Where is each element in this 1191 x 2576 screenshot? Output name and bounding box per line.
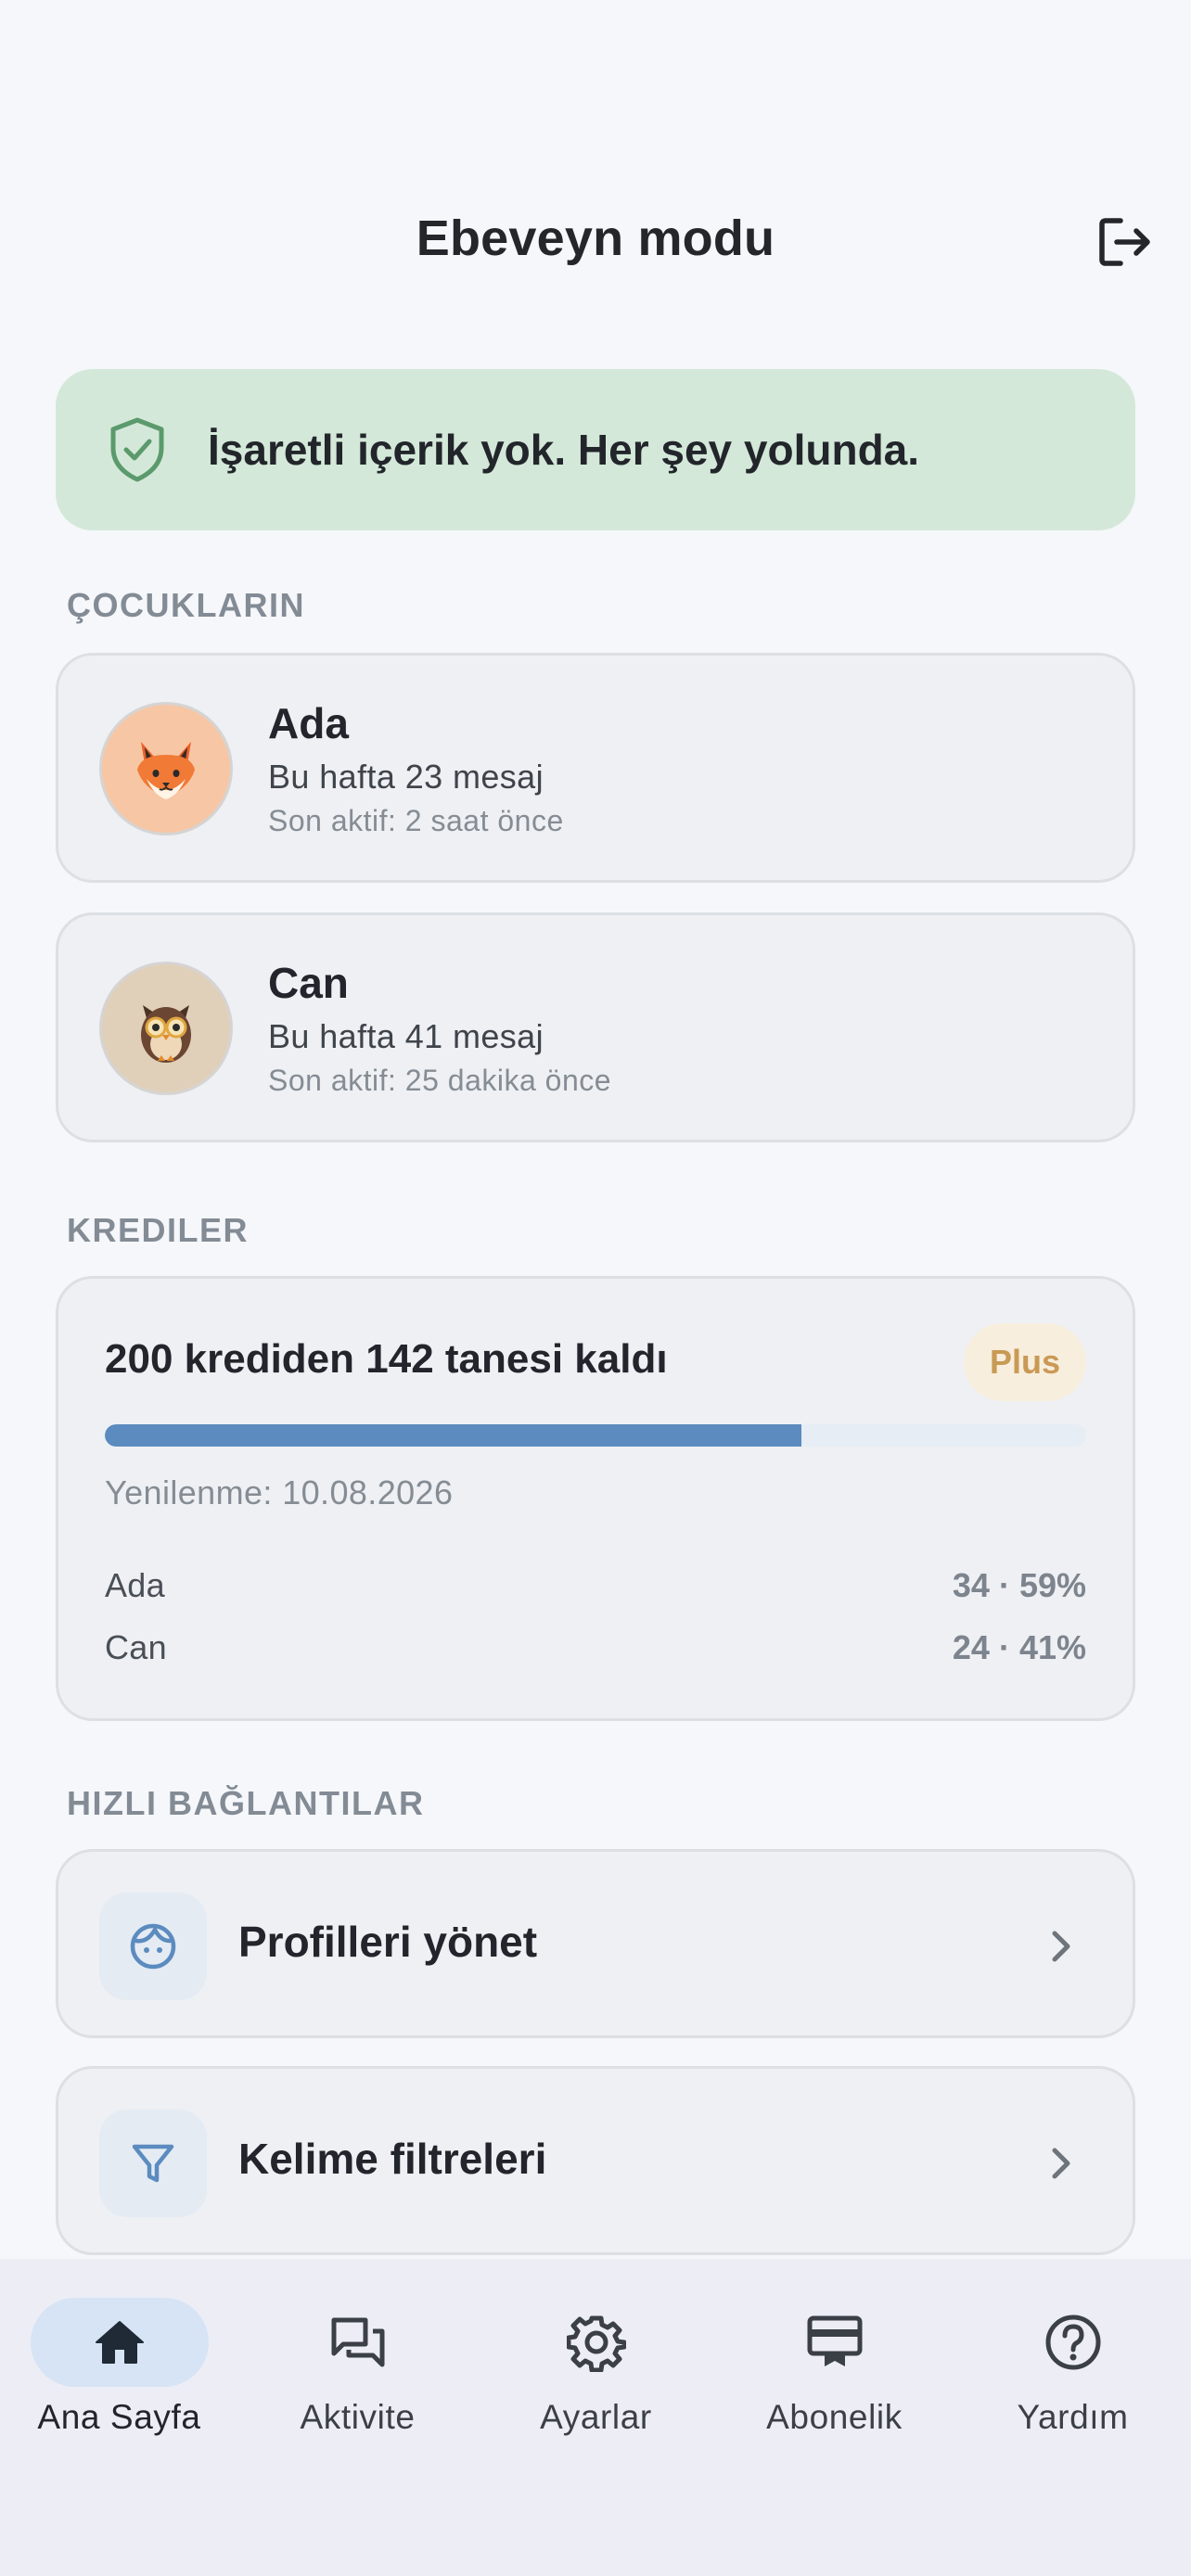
fox-avatar <box>99 702 233 835</box>
status-banner: İşaretli içerik yok. Her şey yolunda. <box>56 369 1135 530</box>
logout-button[interactable] <box>1091 211 1158 273</box>
credits-section-label: KREDILER <box>67 1211 250 1249</box>
logout-icon <box>1099 218 1150 266</box>
usage-row: Ada 34 · 59% <box>105 1566 1086 1613</box>
link-label: Kelime filtreleri <box>238 2135 547 2183</box>
chat-icon <box>331 2317 384 2367</box>
manage-profiles-link[interactable]: Profilleri yönet <box>56 1849 1135 2038</box>
nav-subscription[interactable]: Abonelik <box>715 2298 954 2446</box>
parent-mode-screen: Ebeveyn modu İşaretli içerik yok. Her şe… <box>0 0 1191 2576</box>
child-card-can[interactable]: Can Bu hafta 41 mesaj Son aktif: 25 daki… <box>56 912 1135 1142</box>
plan-badge: Plus <box>964 1323 1086 1401</box>
nav-activity-pill <box>269 2298 447 2387</box>
nav-label: Aktivite <box>300 2398 416 2436</box>
nav-home-pill <box>30 2298 209 2387</box>
usage-value: 34 · 59% <box>952 1566 1086 1604</box>
credits-progress-bar <box>105 1424 1086 1447</box>
usage-row: Can 24 · 41% <box>105 1628 1086 1675</box>
credits-summary: 200 krediden 142 tanesi kaldı <box>105 1336 668 1382</box>
nav-label: Yardım <box>1017 2398 1129 2436</box>
gear-icon <box>566 2315 626 2372</box>
nav-label: Ana Sayfa <box>37 2398 201 2436</box>
nav-settings[interactable]: Ayarlar <box>477 2298 715 2446</box>
header: Ebeveyn modu <box>0 185 1191 297</box>
chevron-right-icon <box>1052 1931 1070 1962</box>
quick-links-section-label: HIZLI BAĞLANTILAR <box>67 1784 425 1822</box>
child-name: Ada <box>268 699 349 747</box>
face-icon <box>99 1893 207 2000</box>
shield-check-icon <box>108 416 167 483</box>
bottom-navigation: Ana Sayfa Aktivite Ayarlar Abonelik Yard… <box>0 2259 1191 2576</box>
nav-label: Ayarlar <box>540 2398 652 2436</box>
child-card-ada[interactable]: Ada Bu hafta 23 mesaj Son aktif: 2 saat … <box>56 653 1135 883</box>
usage-child-name: Can <box>105 1628 167 1666</box>
children-section-label: ÇOCUKLARIN <box>67 586 305 624</box>
status-message: İşaretli içerik yok. Her şey yolunda. <box>208 426 920 474</box>
child-last-active: Son aktif: 2 saat önce <box>268 804 564 837</box>
help-icon <box>1045 2315 1100 2370</box>
child-last-active: Son aktif: 25 dakika önce <box>268 1064 612 1097</box>
nav-label: Abonelik <box>766 2398 903 2436</box>
child-name: Can <box>268 959 349 1007</box>
credits-progress-fill <box>105 1424 802 1447</box>
home-icon <box>95 2321 144 2364</box>
usage-child-name: Ada <box>105 1566 165 1604</box>
nav-home[interactable]: Ana Sayfa <box>0 2298 238 2446</box>
link-label: Profilleri yönet <box>238 1918 538 1966</box>
word-filters-link[interactable]: Kelime filtreleri <box>56 2066 1135 2255</box>
usage-value: 24 · 41% <box>952 1628 1086 1666</box>
nav-help-pill <box>984 2298 1162 2387</box>
owl-avatar <box>99 962 233 1095</box>
filter-icon <box>99 2110 207 2217</box>
child-message-count: Bu hafta 41 mesaj <box>268 1017 544 1055</box>
child-message-count: Bu hafta 23 mesaj <box>268 758 544 796</box>
nav-subscription-pill <box>746 2298 924 2387</box>
credits-card: 200 krediden 142 tanesi kaldı Plus Yenil… <box>56 1276 1135 1721</box>
page-title: Ebeveyn modu <box>416 210 775 266</box>
nav-activity[interactable]: Aktivite <box>238 2298 477 2446</box>
nav-help[interactable]: Yardım <box>954 2298 1191 2446</box>
renewal-date: Yenilenme: 10.08.2026 <box>105 1473 454 1511</box>
nav-settings-pill <box>507 2298 685 2387</box>
card-icon <box>807 2315 862 2366</box>
chevron-right-icon <box>1052 2148 1070 2179</box>
